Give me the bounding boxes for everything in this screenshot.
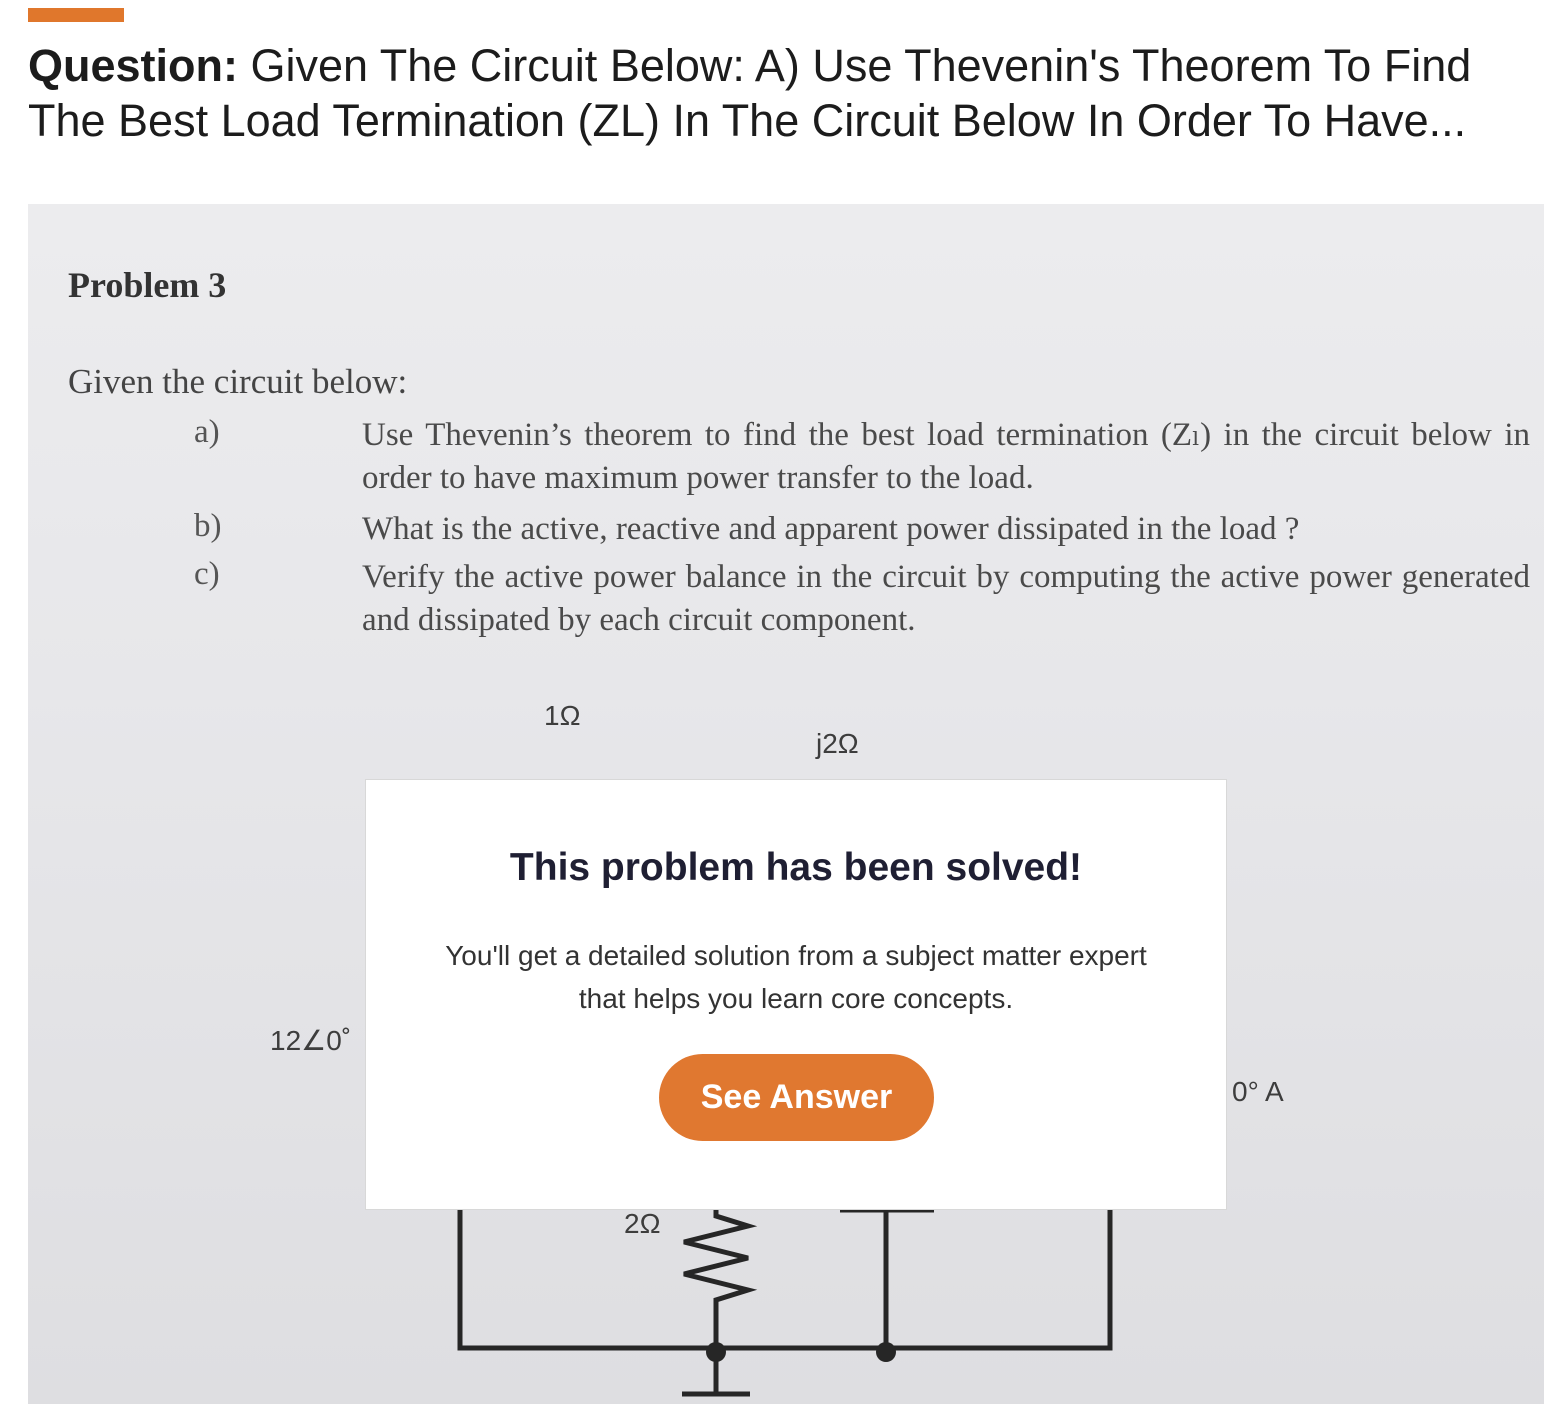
junction-node-1 (706, 1342, 726, 1362)
overlay-heading: This problem has been solved! (509, 846, 1083, 889)
question-label: Question: (28, 40, 238, 91)
accent-bar (28, 8, 124, 22)
see-answer-button[interactable]: See Answer (659, 1054, 934, 1141)
label-r1: 1Ω (544, 700, 581, 731)
solved-overlay: This problem has been solved! You'll get… (365, 779, 1227, 1210)
circuit-wire-bottom (457, 1208, 1113, 1351)
resistor-2-ohm (683, 1208, 758, 1348)
label-jx: j2Ω (816, 728, 859, 759)
question-text-2: The Best Load Termination (ZL) In The Ci… (28, 95, 1467, 146)
overlay-body: You'll get a detailed solution from a su… (445, 940, 1147, 1014)
question-title: Question: Given The Circuit Below: A) Us… (28, 38, 1528, 148)
label-voltage-source: 12∠0˚ (270, 1025, 352, 1056)
junction-node-2 (876, 1342, 896, 1362)
question-text-1: Given The Circuit Below: A) Use Thevenin… (250, 40, 1472, 91)
label-r2: 2Ω (624, 1208, 661, 1239)
label-current-source: 0° A (1232, 1076, 1284, 1107)
question-title-line-1: Question: Given The Circuit Below: A) Us… (28, 38, 1528, 93)
